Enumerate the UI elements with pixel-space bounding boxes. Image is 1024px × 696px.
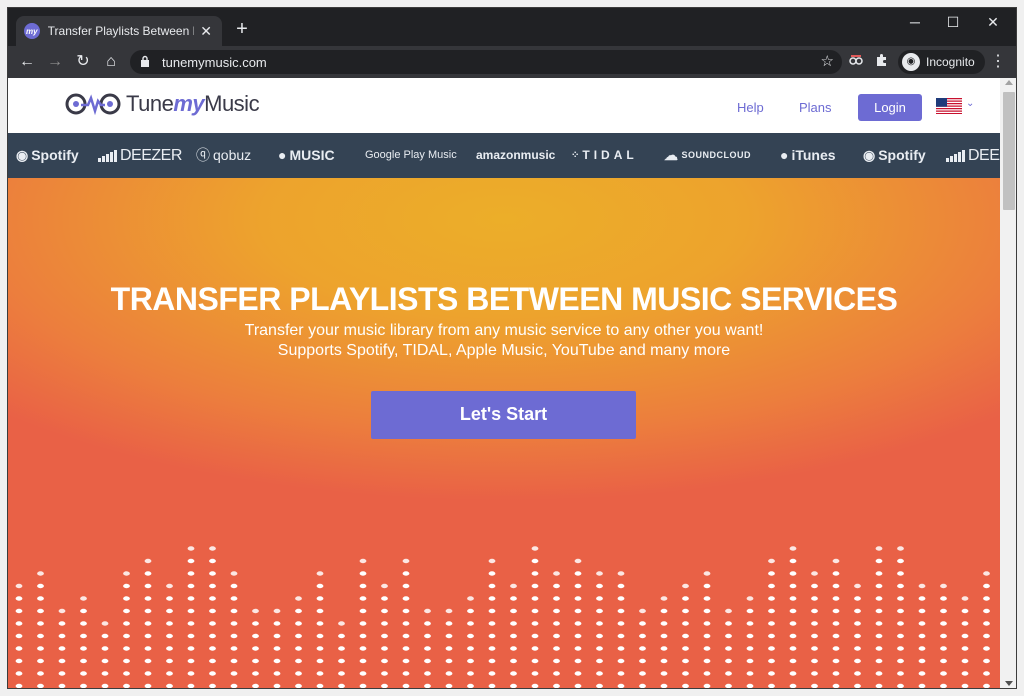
hero-subtitle-line1: Transfer your music library from any mus… (244, 322, 764, 339)
service-google-play-music: Google Play Music (365, 149, 457, 161)
nav-help-link[interactable]: Help (737, 100, 764, 115)
service-soundcloud: ☁ SOUNDCLOUD (664, 133, 751, 178)
apple-icon: ● (278, 147, 287, 163)
service-qobuz: ⓠ qobuz (196, 133, 251, 178)
service-itunes: ● iTunes (780, 133, 836, 178)
equalizer-dots-decoration (15, 546, 990, 688)
spotify-icon: ◉ (16, 147, 29, 163)
service-deezer: DEEZER (98, 133, 182, 178)
extension-icon[interactable] (846, 52, 866, 72)
puzzle-icon[interactable] (872, 52, 892, 72)
tab-title: Transfer Playlists Between Music (47, 24, 195, 38)
maximize-icon[interactable]: ☐ (938, 14, 968, 31)
nav-plans-link[interactable]: Plans (799, 100, 832, 115)
spotify-icon: ◉ (863, 147, 876, 163)
service-tidal: ⁘ TIDAL (571, 133, 638, 178)
chevron-down-icon[interactable]: ⌄ (966, 98, 974, 109)
lock-icon (140, 55, 152, 70)
login-button[interactable]: Login (858, 94, 922, 121)
service-deezer: DEE (946, 133, 1000, 178)
logo-mark-icon (65, 93, 121, 116)
scroll-thumb[interactable] (1003, 92, 1015, 210)
forward-arrow-icon[interactable]: → (44, 51, 66, 73)
hero-section: TRANSFER PLAYLISTS BETWEEN MUSIC SERVICE… (8, 178, 1000, 688)
browser-tab[interactable]: my Transfer Playlists Between Music ✕ (16, 16, 222, 46)
home-icon[interactable]: ⌂ (100, 51, 122, 73)
tab-close-icon[interactable]: ✕ (198, 23, 214, 40)
deezer-bars-icon (946, 149, 966, 162)
incognito-icon: ◉ (902, 53, 920, 71)
scroll-down-arrow-icon[interactable] (1005, 681, 1013, 686)
logo-text: TunemyMusic (126, 91, 260, 116)
tab-bar: my Transfer Playlists Between Music ✕ + … (8, 8, 1016, 46)
kebab-menu-icon[interactable]: ⋮ (988, 51, 1008, 71)
soundcloud-icon: ☁ (664, 147, 679, 163)
url-text: tunemymusic.com (162, 54, 267, 70)
address-bar[interactable]: tunemymusic.com ☆ (130, 50, 842, 74)
service-amazon-music: amazonmusic (476, 148, 556, 162)
star-icon[interactable]: ☆ (821, 52, 834, 70)
vertical-scrollbar[interactable] (1000, 78, 1016, 688)
tidal-icon: ⁘ (571, 150, 580, 161)
hero-subtitle-line2: Supports Spotify, TIDAL, Apple Music, Yo… (277, 342, 731, 359)
service-spotify: ◉ Spotify (863, 133, 926, 178)
reload-icon[interactable]: ↻ (72, 51, 94, 73)
browser-toolbar: ← → ↻ ⌂ tunemymusic.com ☆ ◉ Incognito ⋮ (8, 46, 1016, 78)
site-header: TunemyMusic Help Plans Login ⌄ (8, 78, 1000, 133)
qobuz-icon: ⓠ (196, 147, 210, 163)
hero-title: TRANSFER PLAYLISTS BETWEEN MUSIC SERVICE… (110, 281, 898, 317)
browser-window: my Transfer Playlists Between Music ✕ + … (7, 7, 1017, 689)
deezer-bars-icon (98, 149, 118, 162)
incognito-label: Incognito (926, 55, 975, 69)
apple-icon: ● (780, 147, 789, 163)
tunemymusic-favicon-icon: my (24, 23, 40, 39)
us-flag-icon[interactable] (936, 98, 962, 114)
service-spotify: ◉ Spotify (16, 133, 79, 178)
tunemymusic-logo[interactable]: TunemyMusic (64, 90, 260, 118)
minimize-icon[interactable]: ─ (900, 14, 930, 30)
close-window-icon[interactable]: ✕ (978, 14, 1008, 31)
back-arrow-icon[interactable]: ← (16, 51, 38, 73)
service-apple-music: ● MUSIC (278, 133, 335, 178)
incognito-profile-button[interactable]: ◉ Incognito (898, 50, 985, 74)
services-strip: ◉ Spotify DEEZER ⓠ qobuz ● MUSIC Google Pla… (8, 133, 1000, 178)
page-viewport: TunemyMusic Help Plans Login ⌄ ◉Spotify (8, 78, 1000, 688)
new-tab-button[interactable]: + (232, 18, 252, 40)
scroll-up-arrow-icon[interactable] (1005, 80, 1013, 85)
lets-start-button[interactable]: Let's Start (371, 391, 636, 439)
